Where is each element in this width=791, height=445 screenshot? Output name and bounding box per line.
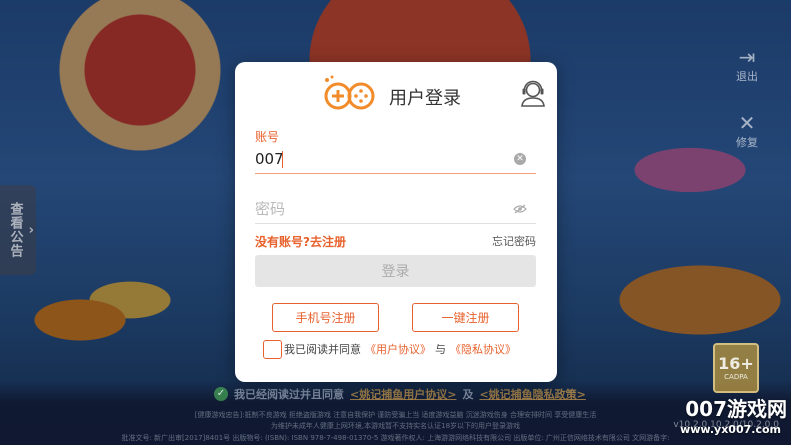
dialog-title: 用户登录 bbox=[389, 88, 461, 109]
gamepad-logo-icon bbox=[324, 75, 375, 110]
watermark-url: www.yx007.com bbox=[680, 423, 781, 436]
check-icon[interactable]: ✓ bbox=[214, 387, 228, 401]
privacy-agreement-link[interactable]: 《隐私协议》 bbox=[450, 341, 516, 357]
watermark: 007游戏网 bbox=[685, 397, 787, 421]
license-notice: 批准文号: 新广出审[2017]8401号 出版物号: (ISBN): ISBN… bbox=[121, 434, 670, 442]
clear-icon[interactable]: ✕ bbox=[514, 153, 526, 165]
age-rating-org: CADPA bbox=[724, 373, 748, 381]
agreement-row: 我已阅读并同意 《用户协议》 与 《隐私协议》 bbox=[263, 339, 520, 359]
eye-hidden-icon[interactable] bbox=[513, 204, 527, 214]
exit-icon: ⇥ bbox=[738, 45, 756, 69]
text-caret bbox=[282, 151, 283, 168]
password-input[interactable] bbox=[255, 200, 495, 218]
customer-service-icon[interactable] bbox=[520, 79, 546, 107]
quick-register-button[interactable]: 一键注册 bbox=[412, 303, 519, 332]
agree-checkbox[interactable] bbox=[263, 339, 282, 359]
bottom-privacy-link[interactable]: <姚记捕鱼隐私政策> bbox=[479, 386, 585, 402]
agree-and-text: 与 bbox=[435, 343, 446, 356]
agree-text: 我已阅读并同意 bbox=[284, 343, 361, 356]
health-notice: [健康游戏忠告]:抵制不良游戏 拒绝盗版游戏 注意自我保护 谨防受骗上当 适度游… bbox=[194, 411, 597, 419]
age-rating-badge: 16+ CADPA bbox=[713, 343, 759, 393]
repair-button[interactable]: ✕ 修复 bbox=[727, 112, 767, 150]
repair-label: 修复 bbox=[736, 136, 758, 149]
register-link[interactable]: 没有账号?去注册 bbox=[255, 233, 346, 250]
dialog-header: 用户登录 bbox=[235, 62, 557, 126]
bottom-agreement: ✓ 我已经阅读过并且同意 <姚记捕鱼用户协议> 及 <姚记捕鱼隐私政策> bbox=[214, 386, 634, 402]
bottom-agree-and: 及 bbox=[462, 388, 474, 401]
notice-tab-label: 查看公告 bbox=[7, 202, 23, 258]
notice-tab[interactable]: 查看公告 › bbox=[0, 185, 36, 275]
chevron-right-icon: › bbox=[28, 223, 34, 238]
account-input[interactable]: 007 bbox=[255, 150, 284, 168]
bottom-user-agreement-link[interactable]: <姚记捕鱼用户协议> bbox=[350, 386, 456, 402]
wrench-icon: ✕ bbox=[738, 111, 756, 135]
password-field[interactable] bbox=[255, 196, 536, 224]
user-agreement-link[interactable]: 《用户协议》 bbox=[365, 341, 431, 357]
bottom-agree-text: 我已经阅读过并且同意 bbox=[234, 388, 344, 401]
phone-register-button[interactable]: 手机号注册 bbox=[272, 303, 379, 332]
login-button[interactable]: 登录 bbox=[255, 255, 536, 287]
forgot-password-link[interactable]: 忘记密码 bbox=[492, 233, 536, 249]
account-label: 账号 bbox=[255, 130, 280, 144]
login-dialog: 用户登录 账号 007 ✕ 没有账号?去注册 忘记密码 登录 手机号注册 一键注… bbox=[235, 62, 557, 382]
age-rating-value: 16+ bbox=[718, 354, 754, 373]
exit-button[interactable]: ⇥ 退出 bbox=[727, 46, 767, 84]
account-field[interactable]: 007 ✕ bbox=[255, 146, 536, 174]
exit-label: 退出 bbox=[736, 70, 758, 83]
